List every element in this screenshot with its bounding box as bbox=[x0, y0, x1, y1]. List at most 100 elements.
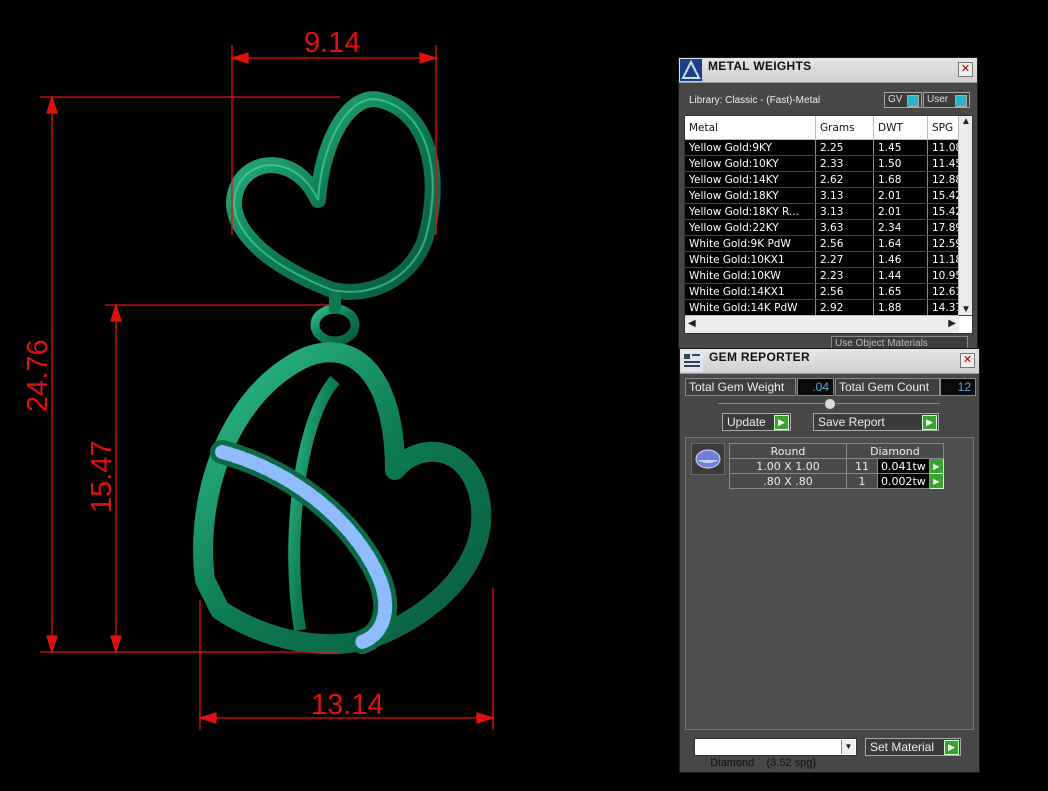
gv-toggle-label: GV bbox=[888, 94, 903, 105]
table-cell: 2.01 bbox=[873, 187, 928, 204]
column-header-grams[interactable]: Grams bbox=[815, 116, 874, 140]
scroll-down-icon[interactable]: ▼ bbox=[961, 304, 971, 315]
table-cell: 1.64 bbox=[873, 235, 928, 252]
scroll-up-icon[interactable]: ▲ bbox=[961, 116, 971, 127]
table-row[interactable]: White Gold:10KW 2.23 1.44 10.95 bbox=[685, 267, 972, 284]
material-select-value: Diamond (3.52 spg) bbox=[710, 757, 817, 769]
table-row[interactable]: Yellow Gold:18KY 3.13 2.01 15.42 bbox=[685, 187, 972, 204]
table-row[interactable]: Yellow Gold:22KY 3.63 2.34 17.89 bbox=[685, 219, 972, 236]
round-gem-icon bbox=[691, 443, 725, 475]
table-cell: 2.62 bbox=[815, 171, 874, 188]
gem-size: .80 X .80 bbox=[729, 473, 847, 489]
play-icon: ▶ bbox=[774, 415, 789, 430]
gem-weight: 0.002tw bbox=[877, 473, 930, 489]
table-row[interactable]: Yellow Gold:9KY 2.25 1.45 11.08 bbox=[685, 139, 972, 156]
user-toggle-label: User bbox=[927, 94, 949, 105]
gv-toggle[interactable]: GV bbox=[884, 92, 922, 108]
table-cell: 2.56 bbox=[815, 283, 874, 300]
table-cell: 2.56 bbox=[815, 235, 874, 252]
table-row[interactable]: Yellow Gold:10KY 2.33 1.50 11.45 bbox=[685, 155, 972, 172]
table-cell: 1.65 bbox=[873, 283, 928, 300]
table-row[interactable]: White Gold:10KX1 2.27 1.46 11.18 bbox=[685, 251, 972, 268]
gem-reporter-titlebar[interactable]: GEM REPORTER ✕ bbox=[680, 349, 979, 374]
gem-shape-header: Round bbox=[729, 443, 847, 459]
table-cell: White Gold:10KW bbox=[685, 267, 816, 284]
material-select[interactable]: Diamond (3.52 spg) ▼ bbox=[694, 738, 857, 769]
table-cell: 2.92 bbox=[815, 299, 874, 316]
table-cell: 2.23 bbox=[815, 267, 874, 284]
total-gem-count-value: 12 bbox=[940, 378, 976, 396]
gem-list-area[interactable]: Round Diamond 1.00 X 1.00 11 0.041tw ▶ .… bbox=[685, 437, 974, 730]
table-cell: 1.88 bbox=[873, 299, 928, 316]
table-cell: 3.13 bbox=[815, 203, 874, 220]
close-icon[interactable]: ✕ bbox=[960, 353, 975, 368]
table-cell: White Gold:9K PdW bbox=[685, 235, 816, 252]
gem-material-header: Diamond bbox=[846, 443, 944, 459]
gem-reporter-title: GEM REPORTER bbox=[709, 350, 810, 364]
table-cell: 2.01 bbox=[873, 203, 928, 220]
gem-size: 1.00 X 1.00 bbox=[729, 458, 847, 474]
metal-weights-titlebar[interactable]: METAL WEIGHTS ✕ bbox=[679, 58, 977, 83]
select-gem-icon[interactable]: ▶ bbox=[928, 473, 944, 489]
table-cell: 1.45 bbox=[873, 139, 928, 156]
table-cell: 2.27 bbox=[815, 251, 874, 268]
library-label: Library: Classic - (Fast)-Metal bbox=[689, 95, 821, 106]
table-cell: 1.68 bbox=[873, 171, 928, 188]
table-row[interactable]: Yellow Gold:18KY R... 3.13 2.01 15.42 bbox=[685, 203, 972, 220]
dim-lower-height: 15.47 bbox=[86, 440, 118, 513]
total-gem-count-label: Total Gem Count bbox=[835, 378, 940, 396]
table-cell: 1.44 bbox=[873, 267, 928, 284]
table-cell: 1.50 bbox=[873, 155, 928, 172]
update-button[interactable]: Update ▶ bbox=[722, 413, 791, 431]
user-toggle[interactable]: User bbox=[923, 92, 970, 108]
play-icon: ▶ bbox=[922, 415, 937, 430]
set-material-button[interactable]: Set Material ▶ bbox=[865, 738, 961, 756]
chevron-down-icon[interactable]: ▼ bbox=[841, 740, 855, 754]
scroll-right-icon[interactable]: ▶ bbox=[948, 318, 956, 329]
table-cell: Yellow Gold:14KY bbox=[685, 171, 816, 188]
table-cell: White Gold:10KX1 bbox=[685, 251, 816, 268]
table-cell: Yellow Gold:9KY bbox=[685, 139, 816, 156]
table-row[interactable]: White Gold:14K PdW 2.92 1.88 14.37 bbox=[685, 299, 972, 316]
lower-heart bbox=[193, 342, 492, 655]
gem-table: Round Diamond 1.00 X 1.00 11 0.041tw ▶ .… bbox=[729, 443, 944, 489]
table-cell: 3.63 bbox=[815, 219, 874, 236]
gem-row[interactable]: .80 X .80 1 0.002tw ▶ bbox=[729, 473, 944, 489]
dim-bottom-width: 13.14 bbox=[311, 689, 384, 721]
close-icon[interactable]: ✕ bbox=[958, 62, 973, 77]
model-viewport[interactable]: 9.14 24.76 15.47 13.14 bbox=[0, 0, 670, 791]
dim-top-width: 9.14 bbox=[304, 27, 360, 59]
table-cell: Yellow Gold:18KY R... bbox=[685, 203, 816, 220]
table-cell: 2.25 bbox=[815, 139, 874, 156]
table-row[interactable]: White Gold:9K PdW 2.56 1.64 12.59 bbox=[685, 235, 972, 252]
table-cell: White Gold:14K PdW bbox=[685, 299, 816, 316]
play-icon: ▶ bbox=[944, 740, 959, 755]
metal-weights-panel: METAL WEIGHTS ✕ Library: Classic - (Fast… bbox=[678, 57, 978, 350]
metal-weights-table[interactable]: Metal Grams DWT SPG Yellow Gold:9KY 2.25 1.45… bbox=[684, 115, 973, 334]
gem-count: 11 bbox=[846, 458, 878, 474]
scroll-left-icon[interactable]: ◀ bbox=[688, 318, 696, 329]
table-row[interactable]: White Gold:14KX1 2.56 1.65 12.61 bbox=[685, 283, 972, 300]
total-gem-weight-value: .04 bbox=[797, 378, 834, 396]
gem-row[interactable]: 1.00 X 1.00 11 0.041tw ▶ bbox=[729, 458, 944, 474]
gem-report-icon bbox=[681, 350, 703, 372]
table-cell: White Gold:14KX1 bbox=[685, 283, 816, 300]
table-row[interactable]: Yellow Gold:14KY 2.62 1.68 12.88 bbox=[685, 171, 972, 188]
update-label: Update bbox=[727, 415, 766, 429]
gem-weight: 0.041tw bbox=[877, 458, 930, 474]
table-cell: Yellow Gold:10KY bbox=[685, 155, 816, 172]
app-logo-icon bbox=[680, 59, 702, 81]
table-cell: Yellow Gold:18KY bbox=[685, 187, 816, 204]
set-material-label: Set Material bbox=[870, 740, 935, 754]
total-gem-weight-label: Total Gem Weight bbox=[685, 378, 796, 396]
splitter-handle-icon[interactable] bbox=[824, 398, 836, 410]
table-cell: 2.34 bbox=[873, 219, 928, 236]
column-header-metal[interactable]: Metal bbox=[685, 116, 816, 140]
column-header-dwt[interactable]: DWT bbox=[873, 116, 928, 140]
save-report-button[interactable]: Save Report ▶ bbox=[813, 413, 939, 431]
horizontal-scrollbar[interactable]: ◀ ▶ bbox=[685, 315, 959, 333]
table-cell: 2.33 bbox=[815, 155, 874, 172]
select-gem-icon[interactable]: ▶ bbox=[928, 458, 944, 474]
table-cell: 3.13 bbox=[815, 187, 874, 204]
vertical-scrollbar[interactable]: ▲ ▼ bbox=[958, 116, 972, 315]
